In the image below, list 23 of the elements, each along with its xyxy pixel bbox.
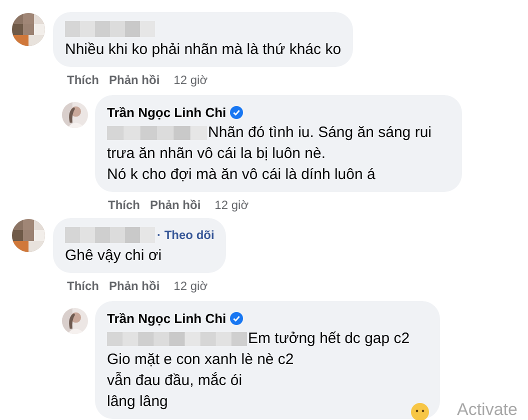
- timestamp: 12 giờ: [174, 72, 208, 89]
- author-name[interactable]: Trần Ngọc Linh Chi: [107, 102, 226, 122]
- reply-link[interactable]: Phản hồi: [109, 277, 160, 295]
- like-link[interactable]: Thích: [67, 71, 99, 89]
- timestamp: 12 giờ: [214, 197, 249, 214]
- comment-text: Nhãn đó tình iu. Sáng ăn sáng rui: [208, 123, 432, 143]
- comment-text: Em tưởng hết dc gap c2: [248, 329, 410, 349]
- comment-text: Nó k cho đợi mà ăn vô cái là dính luôn á: [107, 165, 376, 185]
- reply-link[interactable]: Phản hồi: [150, 196, 201, 214]
- comment-text: lâng lâng: [107, 392, 168, 412]
- like-link[interactable]: Thích: [108, 196, 140, 214]
- comment-text: Gio mặt e con xanh lè nè c2: [107, 350, 294, 370]
- comment-text: vẫn đau đầu, mắc ói: [107, 371, 242, 391]
- comment-text: Nhiều khi ko phải nhãn mà là thứ khác ko: [65, 40, 342, 60]
- follow-link[interactable]: · Theo dõi: [157, 224, 214, 246]
- emoji-icon[interactable]: [410, 402, 430, 420]
- activation-notice: Activate: [457, 400, 518, 420]
- like-link[interactable]: Thích: [67, 277, 99, 295]
- reply-link[interactable]: Phản hồi: [109, 71, 160, 89]
- timestamp: 12 giờ: [174, 278, 208, 295]
- comment-text: trưa ăn nhãn vô cái la bị luôn nè.: [107, 144, 326, 164]
- author-name[interactable]: Trần Ngọc Linh Chi: [107, 308, 226, 328]
- comment-text: Ghê vậy chi ơi: [65, 246, 162, 266]
